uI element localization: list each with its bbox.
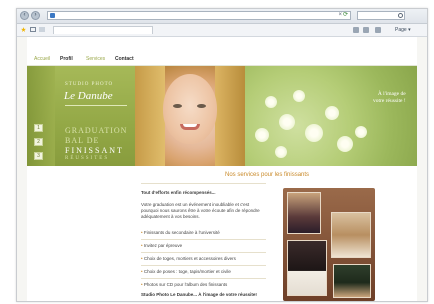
refresh-icon[interactable]: ⟳ xyxy=(343,12,348,19)
list-item-text: Photos sur CD pour l'album des finissant… xyxy=(143,282,228,287)
menu-item-accueil[interactable]: Accueil xyxy=(34,55,50,63)
search-icon[interactable] xyxy=(398,13,403,18)
banner-word-reussites: RÉUSSITES xyxy=(65,156,110,161)
list-divider xyxy=(141,239,266,240)
add-favorite-icon[interactable] xyxy=(30,27,36,32)
list-item-text: Choix de poses : toge, tapis/mortier et … xyxy=(143,269,231,274)
list-divider xyxy=(141,265,266,266)
leaf-strip xyxy=(27,66,55,166)
list-item: • Choix de poses : toge, tapis/mortier e… xyxy=(141,269,231,274)
stop-icon[interactable]: × xyxy=(338,12,342,19)
section-title: Nos services pour les finissants xyxy=(225,172,310,178)
main-content: Nos services pour les finissants Tout d'… xyxy=(27,166,417,301)
slide-button-3[interactable]: 3 xyxy=(34,152,43,160)
portrait-photo xyxy=(135,66,245,166)
list-item: • Photos sur CD pour l'album des finissa… xyxy=(141,282,228,287)
flower xyxy=(265,96,277,108)
home-icon[interactable] xyxy=(353,27,359,33)
intro-heading: Tout d'efforts enfin récompensés... xyxy=(141,190,216,195)
page-menu[interactable]: Page ▾ xyxy=(395,26,411,34)
website: Accueil Profil Services Contact STUDIO P… xyxy=(27,37,417,301)
title-divider xyxy=(141,183,266,184)
gallery-photo-3[interactable] xyxy=(287,240,327,296)
hair-right xyxy=(215,66,245,166)
face xyxy=(163,74,217,144)
flower xyxy=(275,146,287,158)
flowers-image: À l'image de votre réussite ! xyxy=(245,66,417,166)
banner-word-bal: BAL DE xyxy=(65,136,100,145)
photo-gallery xyxy=(283,188,375,301)
flower xyxy=(293,90,305,102)
flower xyxy=(325,106,339,120)
search-box[interactable] xyxy=(357,11,405,20)
tagline-line-2: votre réussite ! xyxy=(373,98,406,104)
banner-word-finissant: FINISSANT xyxy=(65,146,124,155)
intro-paragraph: Votre graduation est un événement inoubl… xyxy=(141,202,260,219)
banner-side-panel: STUDIO PHOTO Le Danube 1 2 3 GRADUATION … xyxy=(27,66,135,166)
left-column xyxy=(27,166,135,301)
list-item-text: Finissants du secondaire à l'université xyxy=(143,230,220,235)
list-item-text: Choix de toges, mortiers et accessoires … xyxy=(143,256,236,261)
studio-logo[interactable]: Le Danube xyxy=(64,90,113,102)
list-divider xyxy=(141,252,266,253)
menu-item-profil[interactable]: Profil xyxy=(60,55,73,63)
print-icon[interactable] xyxy=(375,27,381,33)
tab-list-icon[interactable] xyxy=(39,27,45,32)
feeds-icon[interactable] xyxy=(363,27,369,33)
site-icon xyxy=(50,13,55,18)
list-item: • Finissants du secondaire à l'universit… xyxy=(141,230,220,235)
browser-toolbar: ‹ › × ⟳ xyxy=(17,9,427,24)
slide-button-1[interactable]: 1 xyxy=(34,124,43,132)
banner-tagline: À l'image de votre réussite ! xyxy=(373,91,406,105)
gallery-photo-1[interactable] xyxy=(287,192,321,234)
tagline-line-1: À l'image de xyxy=(377,91,406,97)
gallery-photo-4[interactable] xyxy=(333,264,371,298)
gallery-photo-2[interactable] xyxy=(331,212,371,258)
browser-window: ‹ › × ⟳ Page ▾ Accueil Profil Services C… xyxy=(16,8,428,302)
smile xyxy=(183,124,197,127)
list-item: • Choix de toges, mortiers et accessoire… xyxy=(141,256,236,261)
eye-left xyxy=(173,104,182,108)
back-button[interactable]: ‹ xyxy=(20,11,29,20)
closing-text: Studio Photo Le Danube... À l'image de v… xyxy=(141,292,257,297)
logo-divider xyxy=(65,105,127,106)
banner-word-graduation: GRADUATION xyxy=(65,126,128,135)
forward-button[interactable]: › xyxy=(31,11,40,20)
flower xyxy=(305,124,323,142)
flower xyxy=(255,128,269,142)
browser-tab[interactable] xyxy=(53,26,153,34)
tab-bar: Page ▾ xyxy=(17,24,427,37)
flower xyxy=(279,114,295,130)
favorites-star-icon[interactable] xyxy=(21,27,26,32)
site-menu: Accueil Profil Services Contact xyxy=(27,53,417,66)
page-viewport: Accueil Profil Services Contact STUDIO P… xyxy=(17,37,427,301)
hair-left xyxy=(135,66,165,166)
address-bar[interactable]: × ⟳ xyxy=(47,11,351,20)
list-item: • Invitez par épreuve xyxy=(141,243,183,248)
flower xyxy=(355,126,367,138)
flower xyxy=(337,136,353,152)
menu-item-services[interactable]: Services xyxy=(86,55,105,63)
slide-button-2[interactable]: 2 xyxy=(34,138,43,146)
eye-right xyxy=(197,104,206,108)
list-item-text: Invitez par épreuve xyxy=(143,243,183,248)
studio-subtitle: STUDIO PHOTO xyxy=(65,82,114,87)
list-divider xyxy=(141,278,266,279)
menu-item-contact[interactable]: Contact xyxy=(115,55,134,63)
header-banner: STUDIO PHOTO Le Danube 1 2 3 GRADUATION … xyxy=(27,66,417,166)
